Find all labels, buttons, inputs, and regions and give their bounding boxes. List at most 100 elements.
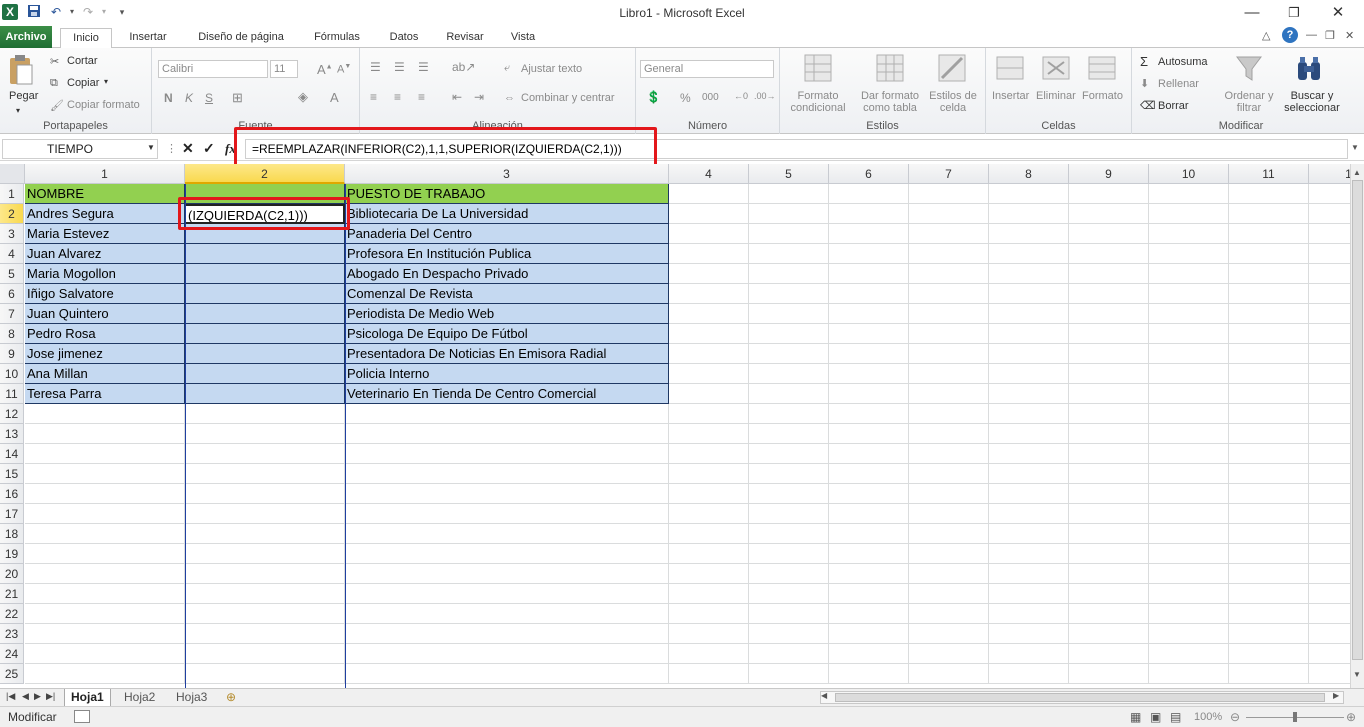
cell[interactable] [1069,324,1149,344]
page-layout-view-icon[interactable]: ▣ [1150,710,1161,724]
cell[interactable] [989,584,1069,604]
cell[interactable] [989,264,1069,284]
cell[interactable] [1069,624,1149,644]
cell[interactable] [909,244,989,264]
col-header[interactable]: 5 [749,164,829,184]
cell[interactable] [669,564,749,584]
cell[interactable] [989,444,1069,464]
cell[interactable] [829,364,909,384]
cell[interactable] [345,644,669,664]
wrap-text-button[interactable]: Ajustar texto [521,63,582,75]
last-sheet-icon[interactable]: ▶| [46,691,55,702]
cell[interactable] [909,404,989,424]
cell[interactable] [1229,564,1309,584]
cell[interactable] [989,404,1069,424]
cell[interactable] [909,304,989,324]
cell[interactable] [669,384,749,404]
cell[interactable] [989,564,1069,584]
sort-filter-icon[interactable] [1234,54,1264,87]
cell[interactable] [989,304,1069,324]
row-header[interactable]: 14 [0,444,24,464]
cell[interactable] [185,284,345,304]
orientation-icon[interactable]: ab↗ [452,60,475,74]
normal-view-icon[interactable]: ▦ [1130,710,1141,724]
cell[interactable] [1069,224,1149,244]
cell[interactable] [25,584,185,604]
cell[interactable] [25,424,185,444]
cell[interactable] [25,404,185,424]
cell[interactable] [989,424,1069,444]
cell[interactable] [909,544,989,564]
cell[interactable] [1309,504,1350,524]
cell[interactable] [1149,384,1229,404]
zoom-slider-thumb[interactable] [1293,712,1297,722]
cell[interactable] [829,284,909,304]
name-cell[interactable]: Jose jimenez [25,344,185,364]
paste-dropdown-icon[interactable]: ▾ [16,106,20,115]
row-header[interactable]: 16 [0,484,24,504]
underline-button[interactable]: S [205,91,213,105]
cell[interactable] [1149,204,1229,224]
cell[interactable] [1069,424,1149,444]
row-header[interactable]: 15 [0,464,24,484]
increase-decimal-icon[interactable]: ←0 [734,91,748,101]
cell[interactable] [1069,384,1149,404]
align-top-icon[interactable]: ☰ [370,60,381,74]
cell[interactable] [345,604,669,624]
cell[interactable] [25,464,185,484]
row-header[interactable]: 12 [0,404,24,424]
bold-button[interactable]: N [164,91,173,105]
name-cell[interactable]: Maria Estevez [25,224,185,244]
format-painter-icon[interactable]: 🖌 [50,99,64,112]
cell[interactable] [989,384,1069,404]
cell[interactable] [185,584,345,604]
cell[interactable] [829,264,909,284]
cut-button[interactable]: Cortar [67,55,98,67]
copy-button[interactable]: Copiar [67,77,99,89]
insert-sheet-icon[interactable]: ⊕ [226,690,236,704]
cell[interactable] [669,504,749,524]
cell[interactable] [989,604,1069,624]
tab-home[interactable]: Inicio [60,28,112,49]
cell[interactable] [829,564,909,584]
cell[interactable] [1149,364,1229,384]
cell[interactable] [1149,584,1229,604]
cell[interactable] [1229,324,1309,344]
cell[interactable] [909,604,989,624]
cell[interactable] [25,564,185,584]
job-cell[interactable]: Periodista De Medio Web [345,304,669,324]
cell[interactable] [345,624,669,644]
cell[interactable] [1309,644,1350,664]
cell[interactable] [669,284,749,304]
grow-font-icon[interactable]: A▲ [317,62,333,77]
cell[interactable] [185,364,345,384]
cell[interactable] [749,224,829,244]
cell[interactable] [1069,584,1149,604]
cell[interactable] [829,604,909,624]
cell[interactable] [1229,284,1309,304]
cell[interactable] [1229,504,1309,524]
cell[interactable] [669,304,749,324]
font-name-select[interactable]: Calibri [158,60,268,78]
find-select-icon[interactable] [1294,54,1324,87]
autosum-button[interactable]: Autosuma [1158,56,1208,68]
cell[interactable] [1309,484,1350,504]
cell[interactable] [1309,304,1350,324]
thousands-button[interactable]: 000 [702,92,719,103]
cell[interactable] [185,344,345,364]
cell[interactable] [1149,304,1229,324]
job-cell[interactable]: Abogado En Despacho Privado [345,264,669,284]
sheet-tab-hoja2[interactable]: Hoja2 [118,689,161,707]
currency-icon[interactable]: 💲 [646,90,661,104]
cell[interactable] [1229,624,1309,644]
cell[interactable] [185,304,345,324]
delete-cells-button[interactable]: Eliminar [1036,90,1076,102]
cell-styles-icon[interactable] [938,54,966,85]
cell[interactable] [1229,204,1309,224]
percent-button[interactable]: % [680,91,691,105]
cell[interactable] [909,564,989,584]
cell[interactable] [669,344,749,364]
row-header[interactable]: 6 [0,284,24,304]
insert-cells-icon[interactable] [996,56,1024,83]
cell[interactable] [989,284,1069,304]
